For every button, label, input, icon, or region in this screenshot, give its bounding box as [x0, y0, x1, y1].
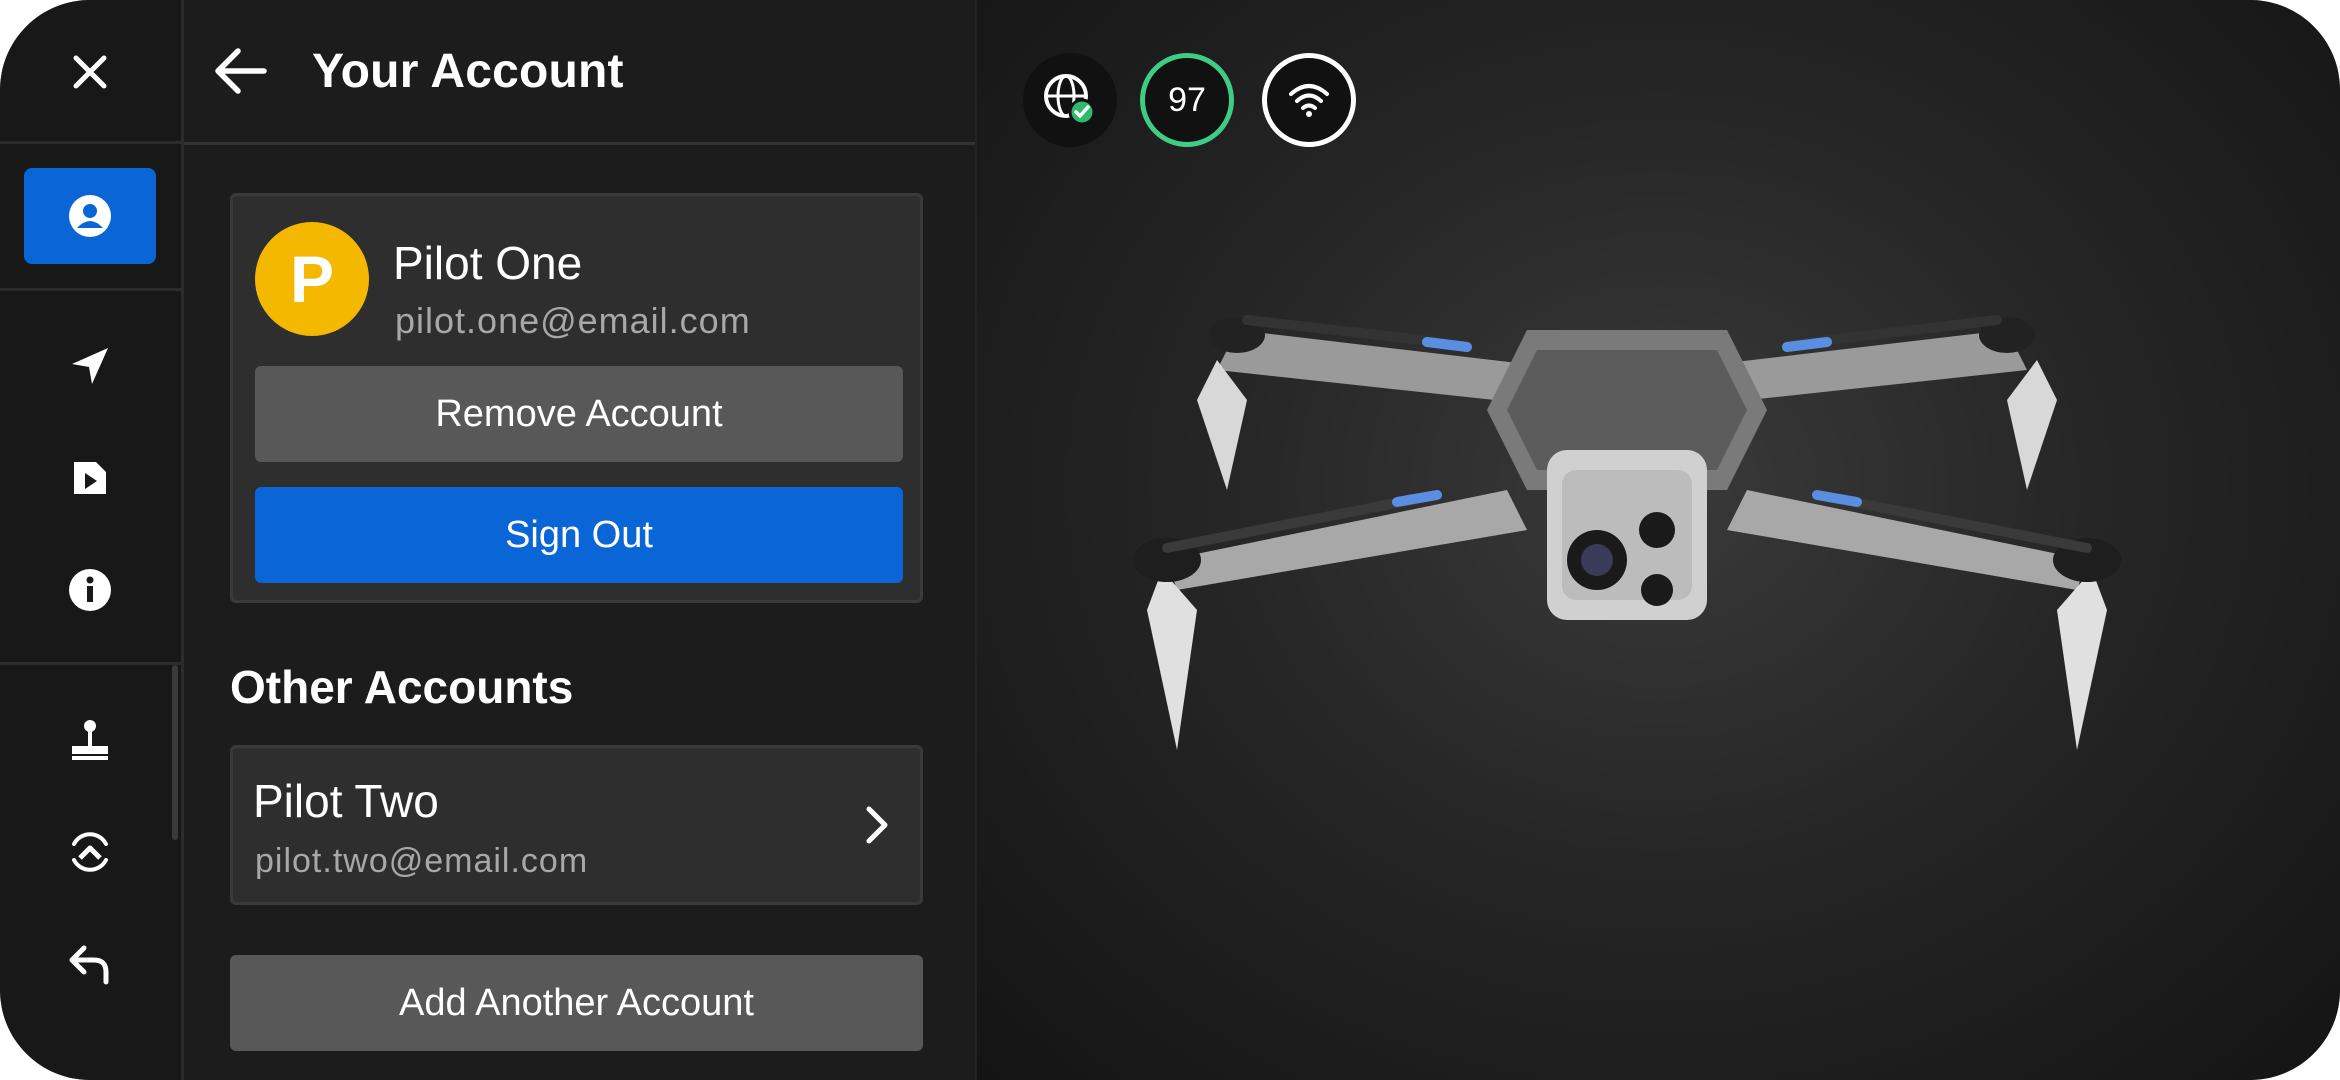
arrow-left-icon	[215, 48, 267, 94]
joystick-icon	[72, 720, 108, 760]
wifi-icon	[1289, 84, 1329, 117]
return-icon	[69, 945, 109, 985]
navigation-icon	[72, 348, 108, 384]
rail-item-controller[interactable]	[24, 692, 156, 788]
rail-divider	[0, 141, 181, 144]
gps-status[interactable]	[1023, 53, 1117, 147]
info-icon	[69, 569, 111, 611]
account-name: Pilot One	[393, 237, 583, 289]
back-button[interactable]	[204, 35, 276, 107]
close-button[interactable]	[24, 24, 156, 120]
page-title: Your Account	[312, 45, 624, 98]
chevron-right-icon	[851, 800, 901, 850]
account-name: Pilot Two	[253, 775, 439, 827]
remove-account-button[interactable]: Remove Account	[255, 366, 903, 462]
account-email: pilot.two@email.com	[255, 842, 589, 880]
drone-image	[1133, 315, 2121, 750]
side-rail	[0, 0, 184, 1080]
rail-scrollbar[interactable]	[172, 665, 178, 840]
sign-out-button[interactable]: Sign Out	[255, 487, 903, 583]
account-panel: Your Account P Pilot One pilot.one@email…	[184, 0, 977, 1080]
rail-item-info[interactable]	[24, 542, 156, 638]
account-icon	[69, 195, 111, 237]
rail-item-return[interactable]	[24, 916, 156, 1012]
battery-status[interactable]: 97	[1140, 53, 1234, 147]
media-files-icon	[74, 462, 106, 494]
close-icon	[73, 55, 107, 89]
rail-item-navigation[interactable]	[24, 318, 156, 414]
signal-status[interactable]	[1262, 53, 1356, 147]
rail-divider	[0, 288, 181, 291]
other-accounts-heading: Other Accounts	[230, 661, 574, 713]
account-email: pilot.one@email.com	[395, 300, 751, 341]
account-list-item[interactable]: Pilot Two pilot.two@email.com	[230, 745, 923, 905]
add-account-button[interactable]: Add Another Account	[230, 955, 923, 1051]
drone-sync-icon	[72, 832, 108, 872]
rail-divider	[0, 662, 181, 665]
rail-item-sync[interactable]	[24, 804, 156, 900]
panel-header: Your Account	[184, 0, 975, 145]
rail-item-account[interactable]	[24, 168, 156, 264]
app-window: Your Account P Pilot One pilot.one@email…	[0, 0, 2340, 1080]
globe-check-icon	[1044, 74, 1096, 126]
rail-item-media[interactable]	[24, 430, 156, 526]
current-account-card: P Pilot One pilot.one@email.com Remove A…	[230, 193, 923, 603]
avatar: P	[255, 222, 369, 336]
battery-percent: 97	[1168, 80, 1206, 119]
drone-viewport: 97	[977, 0, 2340, 1080]
